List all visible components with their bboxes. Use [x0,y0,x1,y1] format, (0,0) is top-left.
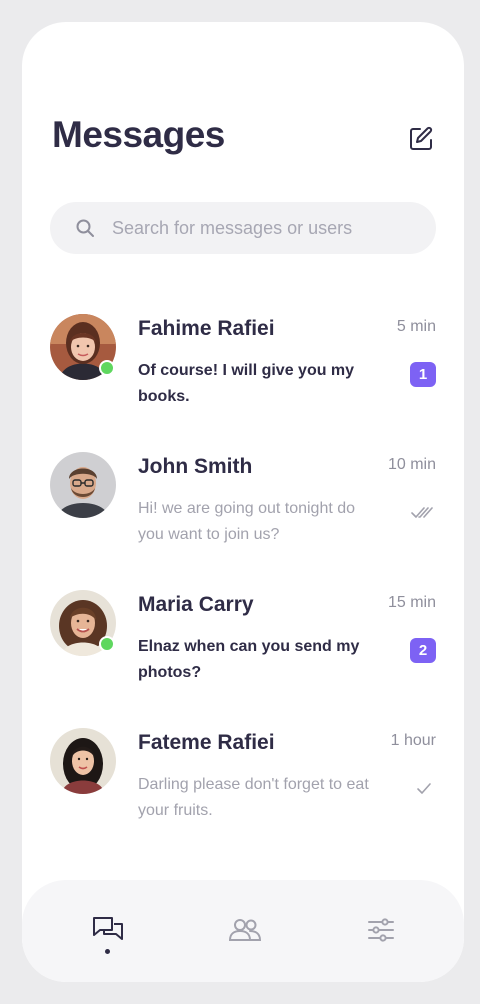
message-preview: Hi! we are going out tonight do you want… [138,500,356,543]
message-time: 15 min [387,594,436,611]
contact-name: John Smith [138,455,253,478]
search-icon [74,217,96,239]
users-icon [228,919,262,941]
message-preview: Elnaz when can you send my photos? [138,638,360,681]
sliders-settings-icon [368,918,394,942]
online-indicator [99,360,115,376]
sent-check-icon [417,783,431,794]
tab-chats[interactable] [88,910,128,950]
conversation-row[interactable]: John Smith Hi! we are going out tonight … [22,442,464,580]
avatar [50,590,116,656]
message-time: 5 min [396,318,436,335]
online-indicator [99,636,115,652]
conversation-row[interactable]: Fahime Rafiei Of course! I will give you… [22,304,464,442]
search-bar[interactable] [50,202,436,254]
message-preview: Darling please don't forget to eat your … [138,776,369,819]
app-screen: Messages Search for messages or users Fa… [22,22,464,982]
avatar [50,452,116,518]
message-preview: Of course! I will give you my books. [138,362,355,405]
contact-name: Maria Carry [138,593,254,616]
conversation-row[interactable]: Maria Carry Elnaz when can you send my p… [22,580,464,718]
avatar [50,314,116,380]
avatar [50,728,116,794]
active-tab-indicator [105,949,110,954]
bottom-tab-bar [22,880,464,982]
contact-name: Fahime Rafiei [138,317,275,340]
message-time: 1 hour [390,732,436,749]
chat-bubbles-icon [93,917,123,940]
search-input[interactable] [110,216,434,240]
tab-settings[interactable] [361,910,401,950]
read-double-check-icon [411,507,433,518]
compose-button[interactable] [404,122,438,156]
unread-badge: 1 [410,362,436,387]
conversation-row[interactable]: Fateme Rafiei Darling please don't forge… [22,718,464,856]
tab-contacts[interactable] [225,910,265,950]
contact-name: Fateme Rafiei [138,731,275,754]
page-title: Messages [52,114,225,155]
message-time: 10 min [387,456,436,473]
conversation-list: Fahime Rafiei Of course! I will give you… [22,304,464,856]
compose-edit-icon [410,126,433,150]
unread-badge: 2 [410,638,436,663]
